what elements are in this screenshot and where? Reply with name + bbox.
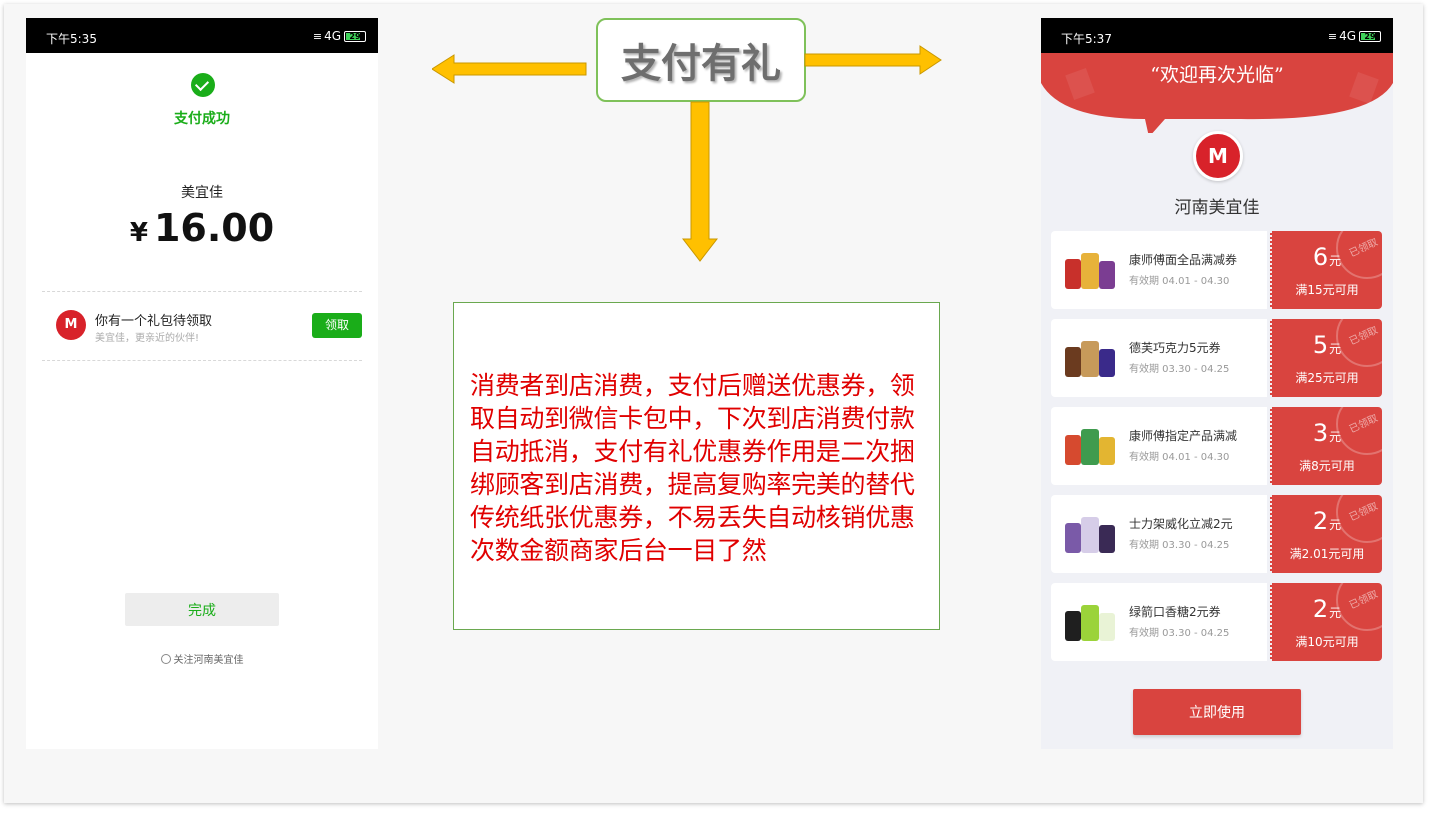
amount-value: 16.00: [153, 206, 275, 250]
coupon-info: 康师傅面全品满减券 有效期 04.01 - 04.30: [1051, 231, 1267, 309]
status-time: 下午5:37: [1061, 32, 1112, 46]
product-image-icon: [1065, 253, 1115, 289]
radio-icon[interactable]: [160, 654, 171, 664]
coupon-condition: 满8元可用: [1299, 459, 1355, 473]
meiyijia-logo-icon: M: [56, 310, 86, 340]
coupon-card[interactable]: 康师傅面全品满减券 有效期 04.01 - 04.30 已领取 6元 满15元可用: [1051, 231, 1382, 309]
currency-unit: 元: [1329, 254, 1342, 268]
battery-level: 29: [1364, 31, 1376, 41]
signal-icon: ≡: [1327, 29, 1337, 43]
pay-success-label: 支付成功: [174, 111, 230, 127]
network-type: 4G: [324, 29, 341, 43]
coupon-name: 绿箭口香糖2元券: [1129, 605, 1221, 619]
payment-success-phone: 下午5:35 ≡ 4G 29 支付成功 美宜佳 ¥16.00 M 你有一个礼包待…: [26, 18, 378, 749]
coupon-amount: 5元: [1272, 331, 1382, 359]
coupon-value: 已领取 3元 满8元可用: [1270, 407, 1382, 485]
coupon-condition: 满25元可用: [1295, 371, 1359, 385]
status-bar: 下午5:35 ≡ 4G 29: [26, 18, 378, 53]
coupon-validity: 有效期 03.30 - 04.25: [1129, 628, 1230, 639]
follow-label: 关注河南美宜佳: [173, 655, 244, 666]
coupon-validity: 有效期 04.01 - 04.30: [1129, 276, 1230, 287]
product-image-icon: [1065, 341, 1115, 377]
coupon-amount: 2元: [1272, 595, 1382, 623]
coupon-info: 康师傅指定产品满减 有效期 04.01 - 04.30: [1051, 407, 1267, 485]
status-bar: 下午5:37 ≡ 4G 29: [1041, 18, 1393, 53]
coupon-validity: 有效期 03.30 - 04.25: [1129, 364, 1230, 375]
use-now-button[interactable]: 立即使用: [1133, 689, 1301, 735]
coupon-card[interactable]: 绿箭口香糖2元券 有效期 03.30 - 04.25 已领取 2元 满10元可用: [1051, 583, 1382, 661]
slide-title-box: 支付有礼: [596, 18, 806, 102]
payment-amount: ¥16.00: [26, 206, 378, 250]
coupon-validity: 有效期 04.01 - 04.30: [1129, 452, 1230, 463]
signal-icon: ≡: [312, 29, 322, 43]
coupon-condition: 满2.01元可用: [1289, 547, 1365, 561]
currency-unit: 元: [1329, 518, 1342, 532]
coupon-name: 士力架威化立减2元: [1129, 517, 1233, 531]
coupon-amount-value: 5: [1312, 331, 1329, 359]
welcome-text: “欢迎再次光临”: [1150, 64, 1284, 86]
coupon-amount-value: 3: [1312, 419, 1329, 447]
coupon-amount: 6元: [1272, 243, 1382, 271]
product-image-icon: [1065, 517, 1115, 553]
coupon-amount-value: 2: [1312, 595, 1329, 623]
coupon-condition: 满10元可用: [1295, 635, 1359, 649]
coupon-info: 德芙巧克力5元券 有效期 03.30 - 04.25: [1051, 319, 1267, 397]
coupon-value: 已领取 2元 满2.01元可用: [1270, 495, 1382, 573]
coupon-list-phone: 下午5:37 ≡ 4G 29 “欢迎再次光临” M 河南美宜佳 康师傅面全品满减…: [1041, 18, 1393, 749]
description-box: 消费者到店消费，支付后赠送优惠券，领取自动到微信卡包中，下次到店消费付款自动抵消…: [453, 302, 940, 630]
coupon-name: 康师傅指定产品满减: [1129, 429, 1238, 443]
coupon-info: 士力架威化立减2元 有效期 03.30 - 04.25: [1051, 495, 1267, 573]
coupon-name: 德芙巧克力5元券: [1129, 341, 1221, 355]
coupon-value: 已领取 5元 满25元可用: [1270, 319, 1382, 397]
coupon-name: 康师傅面全品满减券: [1129, 253, 1238, 267]
product-image-icon: [1065, 605, 1115, 641]
battery-icon: 29: [1359, 30, 1381, 42]
done-button[interactable]: 完成: [125, 593, 279, 626]
arrow-left-icon: [432, 54, 588, 84]
coupon-amount: 3元: [1272, 419, 1382, 447]
gift-row: M 你有一个礼包待领取 美宜佳，更亲近的伙伴! 领取: [42, 292, 362, 360]
network-type: 4G: [1339, 29, 1356, 43]
coupon-amount-value: 6: [1312, 243, 1329, 271]
arrow-down-icon: [682, 101, 718, 263]
coupon-info: 绿箭口香糖2元券 有效期 03.30 - 04.25: [1051, 583, 1267, 661]
currency-unit: 元: [1329, 606, 1342, 620]
claim-button[interactable]: 领取: [312, 313, 362, 338]
coupon-amount: 2元: [1272, 507, 1382, 535]
description-text: 消费者到店消费，支付后赠送优惠券，领取自动到微信卡包中，下次到店消费付款自动抵消…: [470, 371, 915, 565]
currency-unit: 元: [1329, 342, 1342, 356]
coupon-validity: 有效期 03.30 - 04.25: [1129, 540, 1230, 551]
coupon-amount-value: 2: [1312, 507, 1329, 535]
follow-option[interactable]: 关注河南美宜佳: [26, 651, 378, 666]
gift-title: 你有一个礼包待领取: [95, 314, 213, 329]
coupon-card[interactable]: 康师傅指定产品满减 有效期 04.01 - 04.30 已领取 3元 满8元可用: [1051, 407, 1382, 485]
store-name: 河南美宜佳: [1174, 198, 1260, 218]
coupon-condition: 满15元可用: [1295, 283, 1359, 297]
status-time: 下午5:35: [46, 32, 97, 46]
coupon-value: 已领取 2元 满10元可用: [1270, 583, 1382, 661]
merchant-name: 美宜佳: [181, 185, 223, 201]
coupon-card[interactable]: 德芙巧克力5元券 有效期 03.30 - 04.25 已领取 5元 满25元可用: [1051, 319, 1382, 397]
battery-icon: 29: [344, 30, 366, 42]
slide-title: 支付有礼: [621, 41, 781, 87]
meiyijia-logo-icon: M: [1193, 131, 1243, 181]
divider: [42, 360, 362, 361]
gift-subtitle: 美宜佳，更亲近的伙伴!: [95, 333, 200, 344]
coupon-value: 已领取 6元 满15元可用: [1270, 231, 1382, 309]
slide: 下午5:35 ≡ 4G 29 支付成功 美宜佳 ¥16.00 M 你有一个礼包待…: [4, 4, 1423, 803]
currency-symbol: ¥: [129, 218, 148, 248]
wechat-pay-success-icon: [191, 73, 215, 97]
currency-unit: 元: [1329, 430, 1342, 444]
product-image-icon: [1065, 429, 1115, 465]
battery-level: 29: [349, 31, 361, 41]
arrow-right-icon: [804, 45, 942, 75]
coupon-card[interactable]: 士力架威化立减2元 有效期 03.30 - 04.25 已领取 2元 满2.01元可用: [1051, 495, 1382, 573]
